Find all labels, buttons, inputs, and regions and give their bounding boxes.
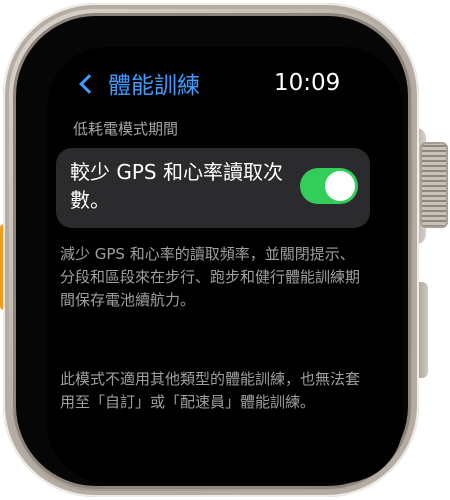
toggle-label: 較少 GPS 和心率讀取次數。 [70,160,283,212]
section-title: 低耗電模式期間 [73,120,179,138]
digital-crown[interactable] [420,142,448,228]
fewer-readings-toggle-cell[interactable]: 較少 GPS 和心率讀取次數。 [56,148,370,228]
clock-time: 10:09 [274,70,341,96]
toggle-knob [325,171,355,201]
toggle-switch[interactable] [300,168,358,204]
back-label: 體能訓練 [108,73,200,99]
watch-ultra-mockup: 體能訓練 10:09 低耗電模式期間 較少 GPS 和心率讀取次數。 減少 GP… [0,0,450,500]
description-text: 減少 GPS 和心率的讀取頻率，並關閉提示、分段和區段來在步行、跑步和健行體能訓… [60,245,361,309]
chevron-left-icon [79,73,99,94]
back-button[interactable]: 體能訓練 [79,66,200,100]
description-note: 此模式不適用其他類型的體能訓練，也無法套用至「自訂」或「配速員」體能訓練。 [60,370,361,411]
